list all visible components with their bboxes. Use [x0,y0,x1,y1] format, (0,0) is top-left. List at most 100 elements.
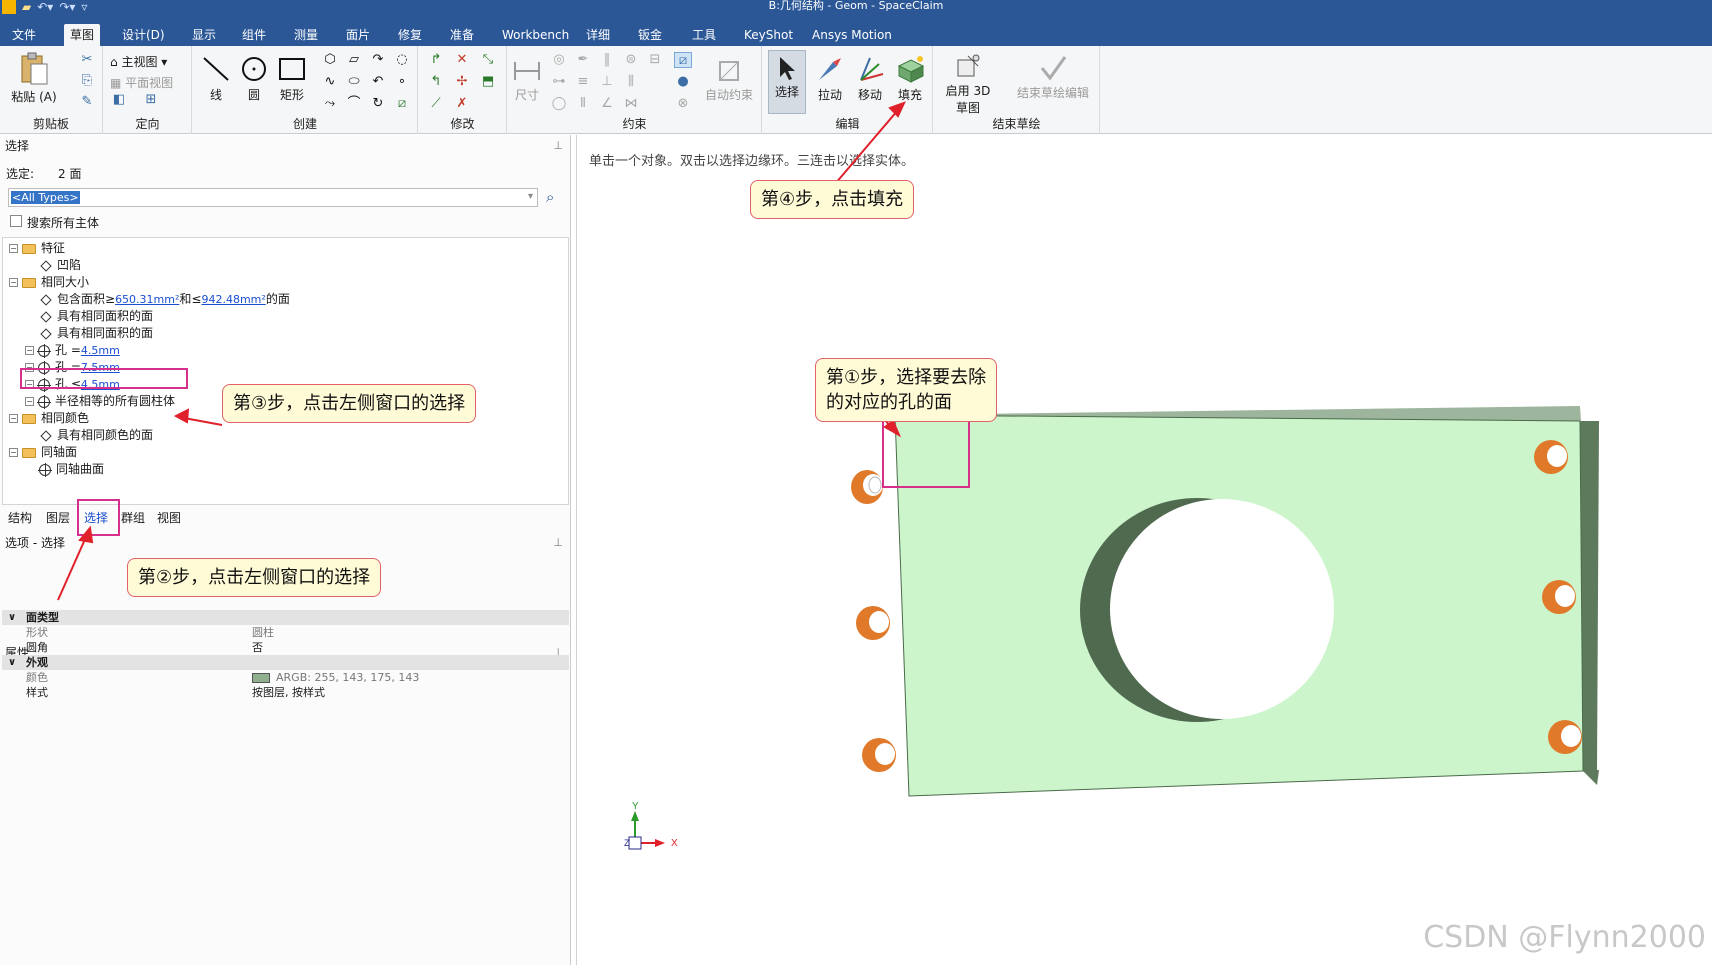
main-view-button[interactable]: ⌂ 主视图 ▾ [110,53,167,70]
format-painter-icon[interactable]: ✎ [78,94,96,110]
construction-line-icon[interactable]: ⧄ [393,96,411,112]
pull-button[interactable]: 拉动 [811,54,849,103]
polygon-icon[interactable]: ⬡ [321,52,339,68]
ellipse-icon[interactable]: ⬭ [345,74,363,90]
show-constraints-icon[interactable]: ⧄ [674,52,692,68]
orient-tool-icon[interactable]: ⊞ [142,92,160,108]
spline-icon[interactable]: ∿ [321,74,339,90]
constraint-status-icon[interactable]: ● [674,74,692,90]
prop-category-appearance[interactable]: ∨ 外观 [2,655,569,670]
tab-layers[interactable]: 图层 [46,509,70,527]
parallel-icon[interactable]: ‖ [598,52,616,68]
angle-icon[interactable]: ∠ [598,96,616,112]
dimension-button[interactable]: 尺寸 [510,58,544,103]
tab-groups[interactable]: 群组 [121,509,145,527]
tangent-icon[interactable]: ◯ [550,96,568,112]
hole-bottom-left[interactable] [862,738,896,772]
search-icon[interactable]: ⌕ [546,188,554,206]
tab-file[interactable]: 文件 [6,24,42,46]
tab-detail[interactable]: 详细 [580,24,616,46]
tree-item-same-color-faces[interactable]: 具有相同颜色的面 [39,427,153,444]
prop-category-face-type[interactable]: ∨ 面类型 [2,610,569,625]
tree-item-area-range[interactable]: 包含面积≥ 650.31mm² 和≤ 942.48mm² 的面 [39,291,290,308]
delete-constraint-icon[interactable]: ⊗ [674,96,692,112]
tree-node-coaxial[interactable]: − 同轴面 [9,444,77,461]
tab-structure[interactable]: 结构 [8,509,32,527]
corner-icon[interactable]: ↰ [427,74,445,90]
copy-icon[interactable]: ⎘ [78,73,96,89]
hole-top-right[interactable] [1534,440,1568,474]
3d-viewport[interactable]: 单击一个对象。双击以选择边缘环。三连击以选择实体。 Y X Z [576,135,1712,965]
tab-ansys-motion[interactable]: Ansys Motion [806,24,898,46]
hole-size-link[interactable]: 4.5mm [81,342,120,359]
three-point-circle-icon[interactable]: ↻ [369,96,387,112]
hole-bottom-right[interactable] [1548,720,1582,754]
perpendicular-icon[interactable]: ⊥ [598,74,616,90]
face-curve-icon[interactable]: ⤳ [321,96,339,112]
area-max-link[interactable]: 942.48mm² [201,291,265,308]
tab-keyshot[interactable]: KeyShot [738,24,799,46]
prop-row-style[interactable]: 样式 按图层, 按样式 [2,685,569,700]
fillet-icon[interactable]: ↱ [427,52,445,68]
arc-icon[interactable]: ↷ [369,52,387,68]
tab-tools[interactable]: 工具 [686,24,722,46]
tab-design[interactable]: 设计(D) [116,24,171,46]
tree-item-hole-4-5[interactable]: − 孔 = 4.5mm [25,342,120,359]
tab-measure[interactable]: 测量 [288,24,324,46]
tree-node-same-color[interactable]: − 相同颜色 [9,410,89,427]
concentric-icon[interactable]: ⊜ [622,52,640,68]
tree-item-indent[interactable]: 凹陷 [39,257,81,274]
area-min-link[interactable]: 650.31mm² [115,291,179,308]
pin-icon[interactable]: ⊥ [553,534,563,552]
tab-sheetmetal[interactable]: 钣金 [632,24,668,46]
search-all-bodies-checkbox[interactable] [10,215,22,227]
midpoint-icon[interactable]: ⊶ [550,74,568,90]
tree-item-equal-radius-cylinders[interactable]: − 半径相等的所有圆柱体 [25,393,175,410]
sweep-arc-icon[interactable]: ↶ [369,74,387,90]
pin-icon[interactable]: ⊥ [553,137,563,155]
extend-icon[interactable]: ⟋ [427,96,445,112]
hole-top-left[interactable] [851,470,883,504]
vertical-icon[interactable]: ⫼ [622,74,640,90]
collapse-icon[interactable]: − [9,244,18,253]
tree-node-same-size[interactable]: − 相同大小 [9,274,89,291]
ellipse-arc-icon[interactable]: ◌ [393,52,411,68]
expand-icon[interactable]: − [25,397,34,406]
three-point-arc-icon[interactable]: ⌒ [345,96,363,112]
bend-icon[interactable]: ✗ [453,96,471,112]
prop-row-color[interactable]: 颜色 ARGB: 255, 143, 175, 143 [2,670,569,685]
prop-row-fillet[interactable]: 圆角 否 [2,640,569,655]
equal-length-icon[interactable]: ≡ [574,74,592,90]
plane-view-button[interactable]: ▦ 平面视图 [110,74,173,91]
hole-mid-right[interactable] [1542,580,1576,614]
auto-constraint-button[interactable]: 自动约束 [700,58,758,103]
tree-node-features[interactable]: − 特征 [9,240,65,257]
enable-3d-sketch-button[interactable]: 启用 3D 草图 [938,52,998,116]
tab-facets[interactable]: 面片 [340,24,376,46]
line-button[interactable]: 线 [199,54,233,103]
collapse-icon[interactable]: − [9,414,18,423]
expand-icon[interactable]: − [25,346,34,355]
project-icon[interactable]: ⬒ [479,74,497,90]
tangent-rect-icon[interactable]: ▱ [345,52,363,68]
select-tool-button[interactable]: 选择 [768,50,806,114]
tree-item-same-area-2[interactable]: 具有相同面积的面 [39,325,153,342]
pin-constraint-icon[interactable]: ✒ [574,52,592,68]
fix-icon[interactable]: ⋈ [622,96,640,112]
collapse-icon[interactable]: − [9,278,18,287]
hole-mid-left[interactable] [856,606,890,640]
end-sketch-edit-button[interactable]: 结束草绘编辑 [1010,54,1096,101]
model-canvas[interactable]: Y X Z [577,135,1712,965]
paste-button[interactable]: 粘贴 (A) [8,52,60,105]
tab-repair[interactable]: 修复 [392,24,428,46]
tab-assembly[interactable]: 组件 [236,24,272,46]
large-hole-opening[interactable] [1110,499,1334,719]
tab-display[interactable]: 显示 [186,24,222,46]
coincident-icon[interactable]: ◎ [550,52,568,68]
rectangle-button[interactable]: 矩形 [275,54,309,103]
trim-icon[interactable]: ✕ [453,52,471,68]
point-icon[interactable]: ∘ [393,74,411,90]
type-filter-combo[interactable]: <All Types> ▾ [8,188,538,207]
tab-workbench[interactable]: Workbench [496,24,575,46]
cut-icon[interactable]: ✂ [78,52,96,68]
